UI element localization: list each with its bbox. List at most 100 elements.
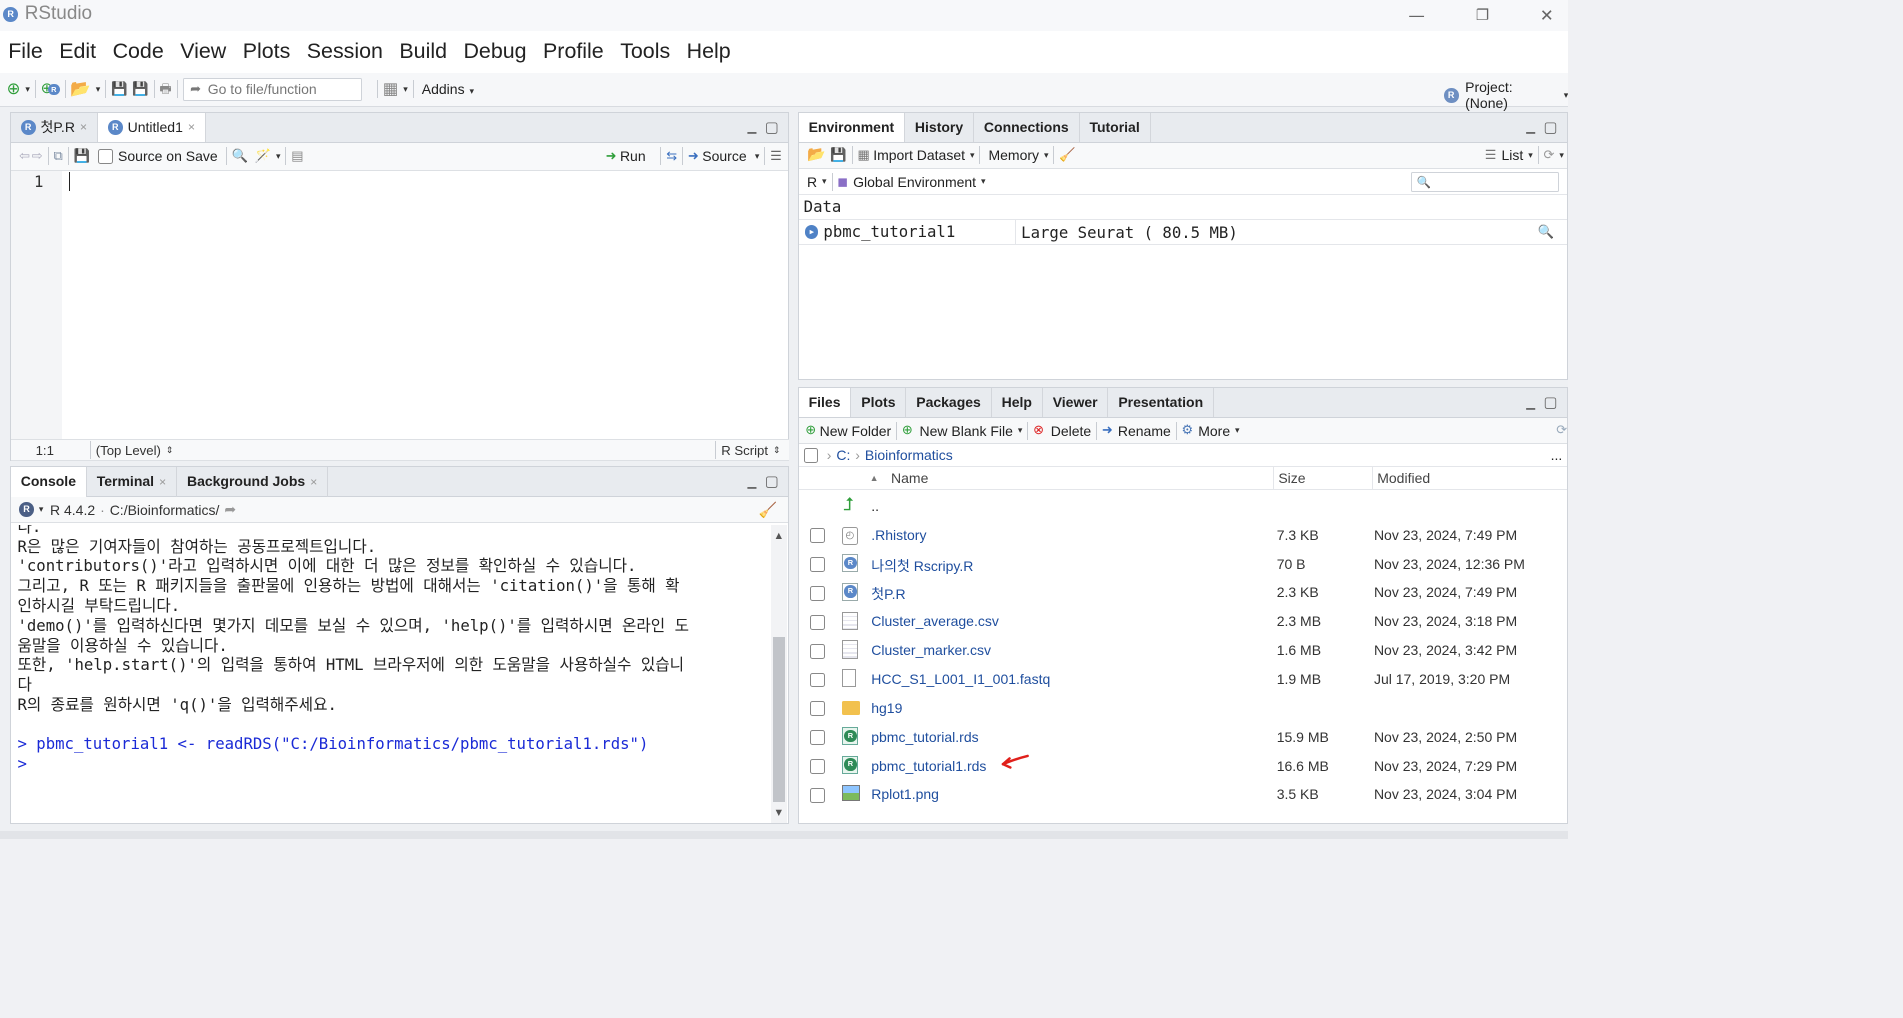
code-tools-dropdown-icon[interactable]: ▾ bbox=[276, 151, 281, 162]
file-row[interactable]: hg19 bbox=[799, 694, 1569, 723]
file-checkbox[interactable] bbox=[810, 672, 826, 688]
source-on-save-checkbox[interactable] bbox=[98, 148, 114, 164]
tab-environment[interactable]: Environment bbox=[798, 112, 906, 143]
tab-console[interactable]: Console bbox=[10, 466, 87, 497]
file-name-link[interactable]: Cluster_average.csv bbox=[871, 613, 999, 629]
refresh-dropdown-icon[interactable]: ▾ bbox=[1559, 150, 1564, 161]
scope-selector[interactable]: Global Environment bbox=[853, 174, 976, 190]
file-row[interactable]: Rpbmc_tutorial1.rds 16.6 MB Nov 23, 2024, … bbox=[799, 752, 1569, 781]
minimize-pane-icon[interactable]: ▁ bbox=[747, 120, 756, 134]
file-name-link[interactable]: pbmc_tutorial1.rds bbox=[871, 758, 986, 774]
file-type-selector[interactable]: R Script bbox=[721, 443, 768, 458]
source-dropdown-icon[interactable]: ▾ bbox=[755, 151, 760, 162]
maximize-pane-icon[interactable]: ▢ bbox=[765, 473, 779, 490]
console-prompt[interactable]: > bbox=[17, 754, 775, 774]
file-checkbox[interactable] bbox=[810, 701, 826, 717]
tab-files[interactable]: Files bbox=[798, 387, 852, 418]
file-row[interactable]: R 첫P.R 2.3 KB Nov 23, 2024, 7:49 PM bbox=[799, 579, 1569, 608]
save-all-icon[interactable]: 💾 bbox=[132, 81, 148, 97]
close-window-button[interactable]: ✕ bbox=[1533, 5, 1561, 26]
list-view-button[interactable]: List bbox=[1501, 147, 1523, 163]
menu-profile[interactable]: Profile bbox=[543, 39, 604, 64]
print-icon[interactable]: 🖶 bbox=[159, 81, 171, 97]
delete-button[interactable]: Delete bbox=[1051, 423, 1091, 439]
save-icon[interactable]: 💾 bbox=[111, 81, 127, 97]
project-menu[interactable]: R Project: (None) ▾ bbox=[1443, 79, 1568, 111]
file-name-link[interactable]: 첫P.R bbox=[871, 584, 905, 604]
file-checkbox[interactable] bbox=[810, 557, 826, 573]
column-name[interactable]: Name bbox=[891, 470, 928, 486]
menu-edit[interactable]: Edit bbox=[59, 39, 96, 64]
new-blank-file-button[interactable]: New Blank File bbox=[920, 423, 1013, 439]
file-row[interactable]: HCC_S1_L001_I1_001.fastq 1.9 MB Jul 17, 20… bbox=[799, 665, 1569, 694]
menu-build[interactable]: Build bbox=[399, 39, 447, 64]
new-blank-file-dropdown-icon[interactable]: ▾ bbox=[1018, 425, 1023, 436]
tab-background-jobs[interactable]: Background Jobs × bbox=[177, 466, 329, 497]
memory-button[interactable]: Memory bbox=[988, 147, 1039, 163]
minimize-button[interactable]: — bbox=[1403, 5, 1431, 26]
close-tab-icon[interactable]: × bbox=[159, 475, 166, 489]
new-folder-button[interactable]: New Folder bbox=[820, 423, 892, 439]
grid-layout-icon[interactable]: ▦ bbox=[383, 81, 399, 97]
view-object-icon[interactable]: 🔍 bbox=[1538, 225, 1554, 240]
parent-directory-link[interactable]: .. bbox=[871, 498, 879, 514]
forward-arrow-icon[interactable]: ⇨ bbox=[32, 148, 43, 164]
minimize-pane-icon[interactable]: ▁ bbox=[747, 475, 756, 489]
import-dataset-button[interactable]: Import Dataset bbox=[873, 147, 965, 163]
load-workspace-icon[interactable]: 📂 bbox=[807, 147, 825, 163]
view-dropdown-icon[interactable]: ▾ bbox=[1528, 150, 1533, 161]
r-version-dropdown-icon[interactable]: ▾ bbox=[39, 504, 44, 515]
more-button[interactable]: More bbox=[1198, 423, 1230, 439]
goto-file-input[interactable]: ➦ Go to file/function bbox=[182, 77, 363, 101]
minimize-pane-icon[interactable]: ▁ bbox=[1526, 396, 1535, 410]
open-folder-icon[interactable]: 📂 bbox=[70, 81, 91, 97]
file-checkbox[interactable] bbox=[810, 730, 826, 746]
addins-button[interactable]: Addins ▾ bbox=[422, 81, 474, 97]
column-modified[interactable]: Modified bbox=[1377, 470, 1430, 486]
file-checkbox[interactable] bbox=[810, 586, 826, 601]
restore-button[interactable]: ❐ bbox=[1469, 5, 1497, 26]
column-size[interactable]: Size bbox=[1278, 470, 1305, 486]
tab-packages[interactable]: Packages bbox=[906, 387, 992, 418]
language-dropdown-icon[interactable]: ▾ bbox=[822, 176, 827, 187]
file-name-link[interactable]: Rplot1.png bbox=[871, 786, 939, 802]
environment-search-input[interactable]: 🔍 bbox=[1410, 171, 1560, 192]
tab-connections[interactable]: Connections bbox=[974, 112, 1080, 143]
new-file-dropdown-icon[interactable]: ▾ bbox=[25, 84, 30, 95]
save-workspace-icon[interactable]: 💾 bbox=[830, 147, 846, 163]
tab-history[interactable]: History bbox=[905, 112, 975, 143]
more-dropdown-icon[interactable]: ▾ bbox=[1235, 425, 1240, 436]
file-checkbox[interactable] bbox=[810, 528, 826, 544]
tab-untitled1[interactable]: R Untitled1 × bbox=[97, 112, 206, 143]
magic-wand-icon[interactable]: 🪄 bbox=[255, 148, 271, 164]
memory-dropdown-icon[interactable]: ▾ bbox=[1044, 150, 1049, 161]
search-icon[interactable]: 🔍 bbox=[232, 148, 248, 164]
console-scrollbar[interactable]: ▲ ▼ bbox=[770, 525, 788, 824]
clear-console-icon[interactable]: 🧹 bbox=[758, 501, 776, 519]
outline-menu-icon[interactable]: ☰ bbox=[770, 148, 782, 164]
menu-help[interactable]: Help bbox=[687, 39, 731, 64]
scope-dropdown-icon[interactable]: ▾ bbox=[981, 176, 986, 187]
file-name-link[interactable]: .Rhistory bbox=[871, 527, 926, 543]
file-name-link[interactable]: HCC_S1_L001_I1_001.fastq bbox=[871, 671, 1050, 687]
file-checkbox[interactable] bbox=[810, 787, 826, 803]
file-name-link[interactable]: 나의첫 Rscripy.R bbox=[871, 556, 973, 576]
refresh-icon[interactable]: ⟳ bbox=[1543, 147, 1554, 163]
show-in-window-icon[interactable]: ⧉ bbox=[54, 148, 63, 164]
file-row[interactable]: R 나의첫 Rscripy.R 70 B Nov 23, 2024, 12:36 PM bbox=[799, 550, 1569, 579]
file-type-dropdown-icon[interactable]: ⇕ bbox=[773, 445, 781, 456]
file-checkbox[interactable] bbox=[810, 614, 826, 630]
file-row[interactable]: Cluster_average.csv 2.3 MB Nov 23, 2024, 3… bbox=[799, 608, 1569, 637]
file-row[interactable]: Cluster_marker.csv 1.6 MB Nov 23, 2024, 3:… bbox=[799, 636, 1569, 665]
rename-button[interactable]: Rename bbox=[1118, 423, 1171, 439]
source-button[interactable]: Source bbox=[702, 148, 746, 164]
save-icon[interactable]: 💾 bbox=[74, 148, 90, 164]
scroll-up-icon[interactable]: ▲ bbox=[776, 530, 782, 540]
tab-plots[interactable]: Plots bbox=[851, 387, 907, 418]
environment-row[interactable]: ▶ pbmc_tutorial1 Large Seurat ( 80.5 MB)… bbox=[798, 219, 1568, 245]
close-tab-icon[interactable]: × bbox=[188, 113, 195, 143]
file-name-link[interactable]: hg19 bbox=[871, 700, 902, 716]
file-row[interactable]: ◴ .Rhistory 7.3 KB Nov 23, 2024, 7:49 PM bbox=[799, 521, 1569, 550]
scrollbar-thumb[interactable] bbox=[773, 637, 785, 802]
refresh-icon[interactable]: ⟳ bbox=[1556, 422, 1567, 438]
